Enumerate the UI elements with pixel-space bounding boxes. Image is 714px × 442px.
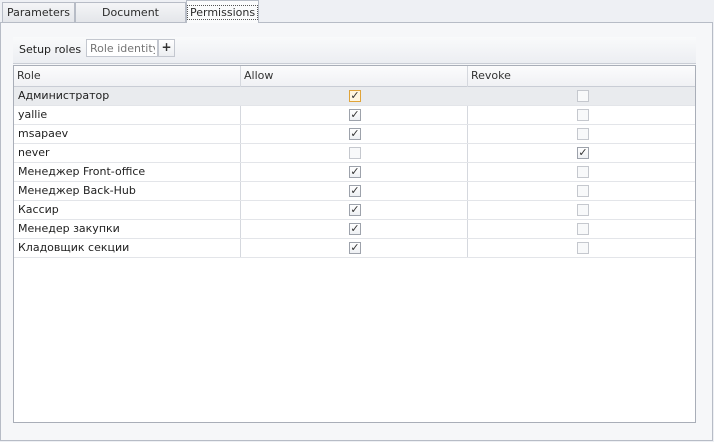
table-row[interactable]: Менеджер Back-Hub ✓: [14, 182, 695, 201]
role-cell: Кассир: [18, 203, 59, 216]
allow-checkbox[interactable]: ✓: [349, 90, 361, 102]
revoke-checkbox[interactable]: [577, 223, 589, 235]
table-row[interactable]: never ✓: [14, 144, 695, 163]
tab-parameters[interactable]: Parameters: [2, 2, 75, 22]
table-row[interactable]: Администратор ✓: [14, 87, 695, 106]
column-header-role[interactable]: Role: [14, 66, 241, 86]
column-header-revoke[interactable]: Revoke: [468, 66, 695, 86]
allow-checkbox[interactable]: ✓: [349, 109, 361, 121]
role-cell: never: [18, 146, 50, 159]
table-row[interactable]: Менеджер Front-office ✓: [14, 163, 695, 182]
grid-header: Role Allow Revoke: [14, 66, 695, 87]
roles-grid: Role Allow Revoke Администратор ✓ yallie ✓ m…: [13, 65, 696, 423]
table-row[interactable]: msapaev ✓: [14, 125, 695, 144]
tab-label: Parameters: [7, 6, 70, 19]
table-row[interactable]: Кассир ✓: [14, 201, 695, 220]
revoke-checkbox[interactable]: [577, 166, 589, 178]
allow-checkbox[interactable]: ✓: [349, 242, 361, 254]
revoke-checkbox[interactable]: [577, 109, 589, 121]
role-cell: Администратор: [18, 89, 110, 102]
setup-roles-label: Setup roles: [19, 43, 82, 56]
allow-checkbox[interactable]: [349, 147, 361, 159]
permissions-panel: Setup roles + Role Allow Revoke Админист…: [0, 22, 713, 441]
role-cell: yallie: [18, 108, 48, 121]
revoke-checkbox[interactable]: [577, 204, 589, 216]
table-row[interactable]: Менедер закупки ✓: [14, 220, 695, 239]
revoke-checkbox[interactable]: [577, 90, 589, 102]
allow-checkbox[interactable]: ✓: [349, 128, 361, 140]
role-cell: Кладовщик секции: [18, 241, 130, 254]
allow-checkbox[interactable]: ✓: [349, 223, 361, 235]
add-role-button[interactable]: +: [158, 39, 175, 57]
revoke-checkbox[interactable]: [577, 185, 589, 197]
tab-label: Permissions: [187, 5, 259, 20]
role-cell: Менедер закупки: [18, 222, 120, 235]
allow-checkbox[interactable]: ✓: [349, 185, 361, 197]
tab-strip: Parameters Document subtypes Permissions: [0, 0, 714, 39]
revoke-checkbox[interactable]: [577, 242, 589, 254]
role-identity-input[interactable]: [86, 39, 158, 57]
table-row[interactable]: yallie ✓: [14, 106, 695, 125]
tab-permissions[interactable]: Permissions: [186, 0, 259, 23]
allow-checkbox[interactable]: ✓: [349, 204, 361, 216]
table-row[interactable]: Кладовщик секции ✓: [14, 239, 695, 258]
allow-checkbox[interactable]: ✓: [349, 166, 361, 178]
role-cell: msapaev: [18, 127, 69, 140]
column-header-allow[interactable]: Allow: [241, 66, 468, 86]
revoke-checkbox[interactable]: [577, 128, 589, 140]
role-cell: Менеджер Front-office: [18, 165, 146, 178]
tab-document-subtypes[interactable]: Document subtypes: [75, 2, 186, 39]
revoke-checkbox[interactable]: ✓: [577, 147, 589, 159]
role-cell: Менеджер Back-Hub: [18, 184, 136, 197]
setup-roles-toolbar: Setup roles +: [13, 37, 696, 64]
